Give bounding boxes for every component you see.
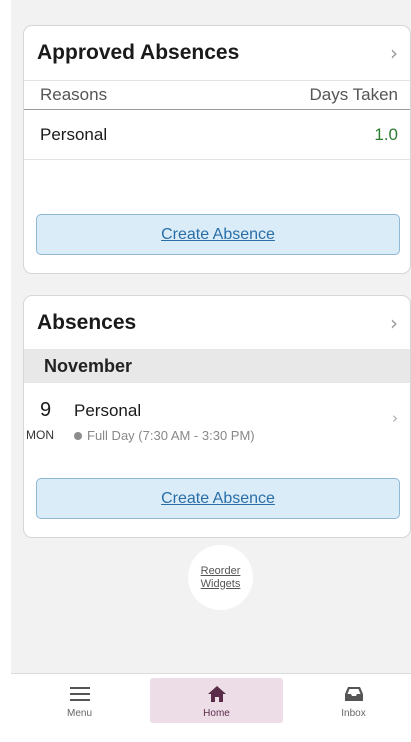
column-days-taken: Days Taken [309, 85, 398, 104]
reorder-label-line2: Widgets [200, 577, 241, 590]
days-taken-value: 1.0 [374, 124, 398, 144]
approved-absences-card: Approved Absences › Reasons Days Taken P… [23, 25, 411, 274]
create-absence-button[interactable]: Create Absence [36, 478, 400, 519]
tab-inbox[interactable]: Inbox [287, 678, 411, 723]
absence-list-item[interactable]: 9 MON Personal Full Day (7:30 AM - 3:30 … [24, 383, 410, 455]
tab-home[interactable]: Home [150, 678, 283, 723]
status-dot-icon [74, 431, 82, 440]
tab-menu[interactable]: Menu [13, 678, 146, 723]
absence-day-number: 9 [40, 399, 52, 421]
approved-absences-header[interactable]: Approved Absences › [24, 26, 410, 80]
absence-weekday: MON [26, 428, 54, 442]
inbox-icon [344, 685, 364, 703]
bottom-tab-bar: Menu Home Inbox [11, 673, 411, 742]
tab-inbox-label: Inbox [341, 708, 366, 719]
tab-menu-label: Menu [66, 708, 92, 719]
chevron-right-icon: › [392, 409, 398, 427]
absence-type: Personal [74, 401, 142, 420]
absence-time-range: Full Day (7:30 AM - 3:30 PM) [87, 428, 255, 443]
table-row: Personal 1.0 [24, 110, 410, 160]
menu-icon [69, 685, 90, 703]
reorder-label-line1: Reorder [200, 564, 241, 577]
reorder-widgets-button[interactable]: Reorder Widgets [188, 545, 253, 610]
app-screen: Approved Absences › Reasons Days Taken P… [11, 0, 411, 742]
chevron-right-icon[interactable]: › [390, 41, 398, 65]
create-absence-button[interactable]: Create Absence [36, 214, 400, 255]
reason-label: Personal [40, 124, 108, 144]
column-headers: Reasons Days Taken [24, 80, 410, 110]
absence-detail: Full Day (7:30 AM - 3:30 PM) [74, 428, 255, 443]
month-header: November [24, 349, 410, 383]
absences-title: Absences [37, 310, 137, 334]
chevron-right-icon[interactable]: › [390, 311, 398, 335]
absences-header[interactable]: Absences › [24, 296, 410, 349]
home-icon [207, 685, 227, 703]
column-reasons: Reasons [40, 85, 108, 104]
absences-card: Absences › November 9 MON Personal Full … [23, 295, 411, 538]
approved-absences-title: Approved Absences [37, 41, 240, 64]
tab-home-label: Home [203, 708, 230, 719]
